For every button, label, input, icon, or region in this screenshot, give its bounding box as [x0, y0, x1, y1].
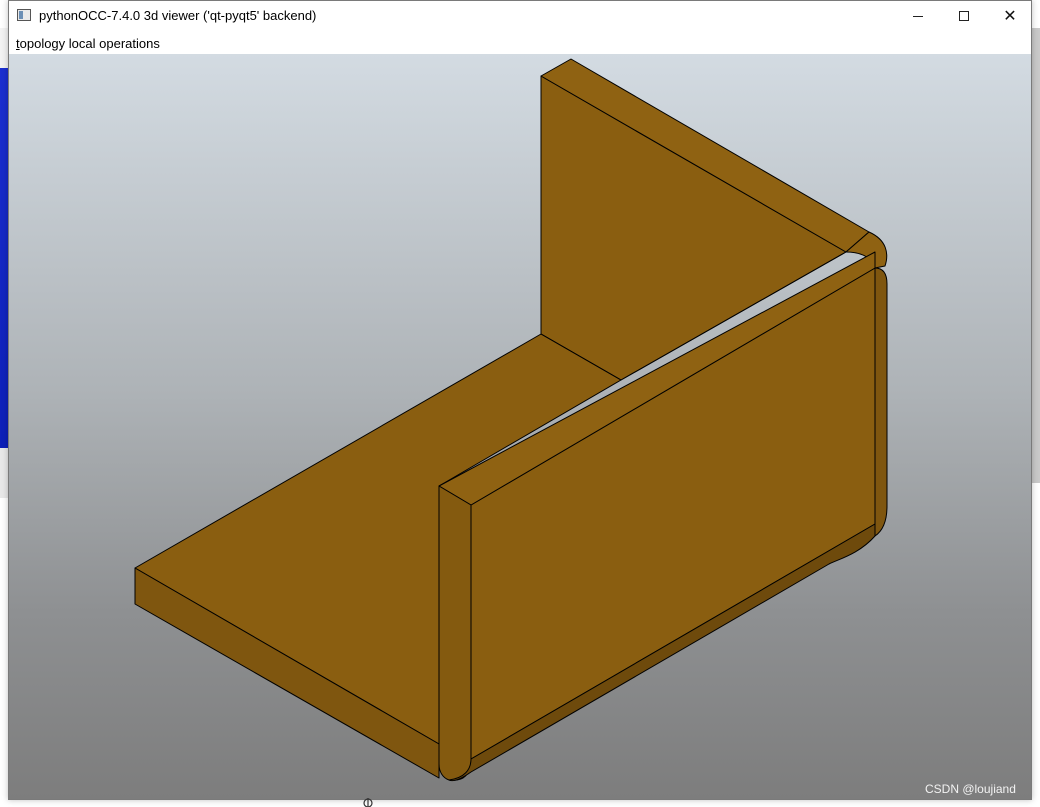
maximize-button[interactable]	[941, 1, 987, 31]
resize-cursor-icon	[363, 798, 373, 807]
close-button[interactable]: ✕	[987, 1, 1033, 31]
front-wall-side-edge	[438, 485, 472, 781]
3d-viewport[interactable]: CSDN @loujiand	[9, 54, 1031, 799]
window-title: pythonOCC-7.4.0 3d viewer ('qt-pyqt5' ba…	[39, 8, 317, 23]
close-icon: ✕	[1003, 8, 1017, 25]
minimize-icon	[913, 15, 923, 17]
maximize-icon	[959, 11, 969, 21]
front-wall-end-edge	[874, 267, 888, 537]
menu-bar: topology local operations	[9, 31, 1031, 54]
viewer-window: pythonOCC-7.4.0 3d viewer ('qt-pyqt5' ba…	[8, 0, 1032, 800]
3d-scene[interactable]	[9, 54, 1031, 799]
menu-topology-local-operations[interactable]: topology local operations	[16, 36, 160, 51]
title-bar[interactable]: pythonOCC-7.4.0 3d viewer ('qt-pyqt5' ba…	[9, 1, 1031, 31]
minimize-button[interactable]	[895, 1, 941, 31]
app-window-icon[interactable]	[17, 9, 31, 21]
watermark: CSDN @loujiand	[925, 782, 1016, 796]
background-window-edge-right	[1032, 28, 1040, 483]
